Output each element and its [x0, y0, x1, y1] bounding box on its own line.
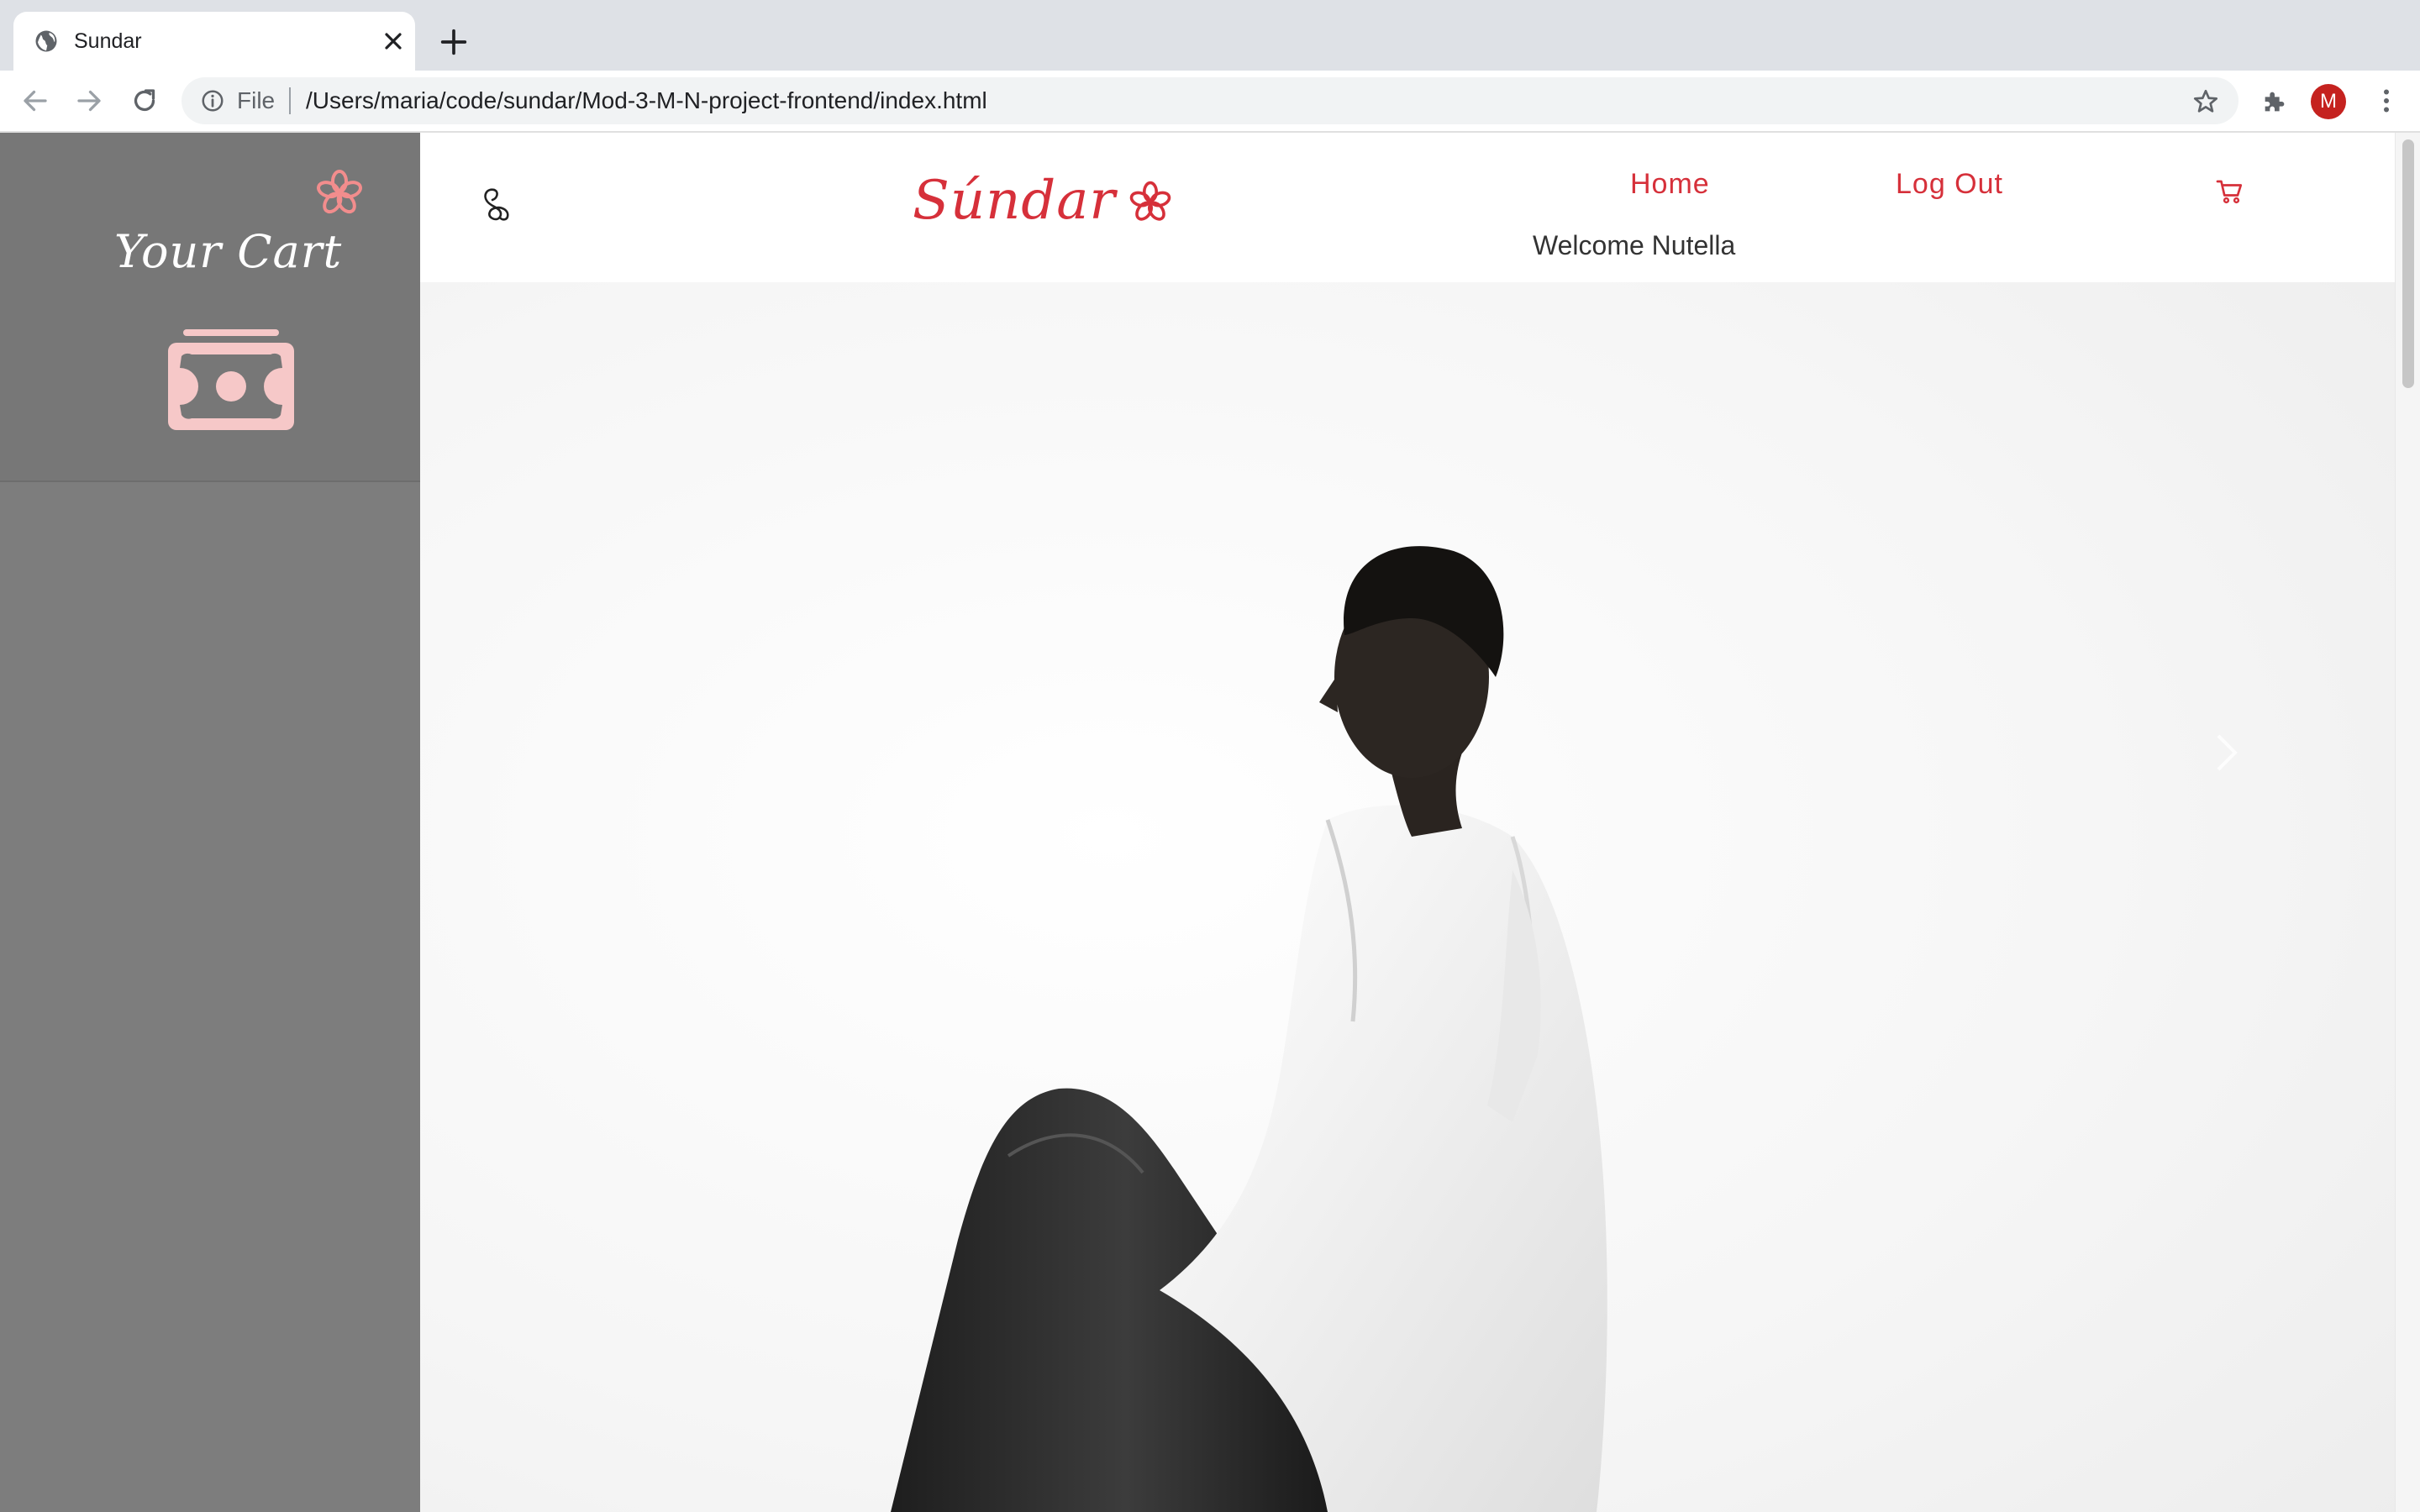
star-icon[interactable]	[2191, 87, 2220, 116]
globe-favicon-icon	[35, 30, 57, 52]
cart-title: Your Cart	[114, 225, 343, 278]
page-viewport: Your Cart Súndar Home Log Out Welcome Nu…	[0, 133, 2420, 1512]
nav-logout-link[interactable]: Log Out	[1896, 168, 2003, 201]
hero-photo	[420, 282, 2395, 1512]
flower-icon	[317, 170, 362, 214]
knot-icon[interactable]	[476, 185, 516, 225]
browser-toolbar: File /Users/maria/code/sundar/Mod-3-M-N-…	[0, 71, 2420, 133]
flower-icon	[1130, 181, 1171, 221]
browser-tab[interactable]: Sundar	[13, 12, 415, 71]
back-arrow-icon[interactable]	[20, 86, 50, 116]
reload-icon[interactable]	[129, 86, 160, 116]
money-icon[interactable]	[165, 328, 297, 433]
url-scheme: File	[237, 87, 276, 113]
url-separator	[289, 87, 291, 114]
plus-icon[interactable]	[437, 25, 471, 59]
scrollbar-thumb[interactable]	[2402, 139, 2414, 388]
info-icon[interactable]	[200, 88, 225, 113]
tab-title: Sundar	[74, 29, 142, 53]
main-content: Súndar Home Log Out Welcome Nutella	[420, 133, 2395, 1512]
cart-icon[interactable]	[2215, 176, 2245, 207]
address-bar[interactable]: File /Users/maria/code/sundar/Mod-3-M-N-…	[182, 77, 2238, 124]
site-header: Súndar Home Log Out Welcome Nutella	[420, 133, 2395, 282]
nav-home-link[interactable]: Home	[1630, 168, 1710, 201]
url-text[interactable]: /Users/maria/code/sundar/Mod-3-M-N-proje…	[306, 87, 987, 114]
profile-avatar[interactable]: M	[2311, 84, 2346, 119]
browser-tab-strip: Sundar	[0, 0, 2420, 71]
welcome-message: Welcome Nutella	[1533, 230, 1736, 260]
forward-arrow-icon[interactable]	[74, 86, 104, 116]
kebab-menu-icon[interactable]	[2371, 86, 2402, 116]
puzzle-icon[interactable]	[2260, 87, 2289, 116]
page-scrollbar[interactable]	[2395, 133, 2420, 1512]
site-logo[interactable]: Súndar	[913, 170, 1173, 245]
cart-sidebar-header: Your Cart	[0, 133, 420, 482]
cart-sidebar: Your Cart	[0, 133, 420, 1512]
close-icon[interactable]	[380, 28, 407, 55]
logo-text: Súndar	[913, 170, 1116, 232]
hero-image	[420, 282, 2395, 1512]
